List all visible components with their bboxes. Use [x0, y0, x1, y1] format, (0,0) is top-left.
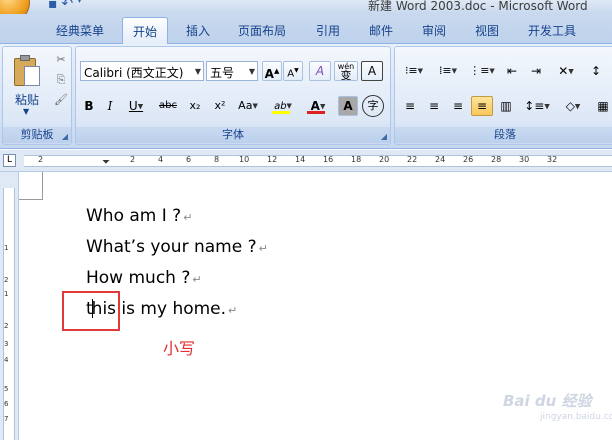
tab-classic-menu[interactable]: 经典菜单: [56, 22, 104, 39]
paste-button-label[interactable]: 粘贴: [15, 91, 39, 108]
numbering-button[interactable]: ⁞≡▼: [433, 61, 463, 81]
tab-insert[interactable]: 插入: [186, 22, 210, 39]
paragraph-mark-icon: ↵: [228, 304, 238, 317]
font-size-value: 五号: [210, 66, 235, 80]
align-center-button[interactable]: ≡: [423, 96, 445, 116]
tab-developer[interactable]: 开发工具: [528, 22, 576, 39]
distribute-button[interactable]: ▥: [495, 96, 517, 116]
clipboard-dialog-launcher-icon[interactable]: ◢: [62, 132, 68, 141]
document-line-3[interactable]: How much ? ↵: [86, 268, 202, 288]
italic-button[interactable]: I: [101, 96, 119, 116]
clear-format-button[interactable]: A: [309, 61, 331, 81]
increase-indent-button[interactable]: ⇥: [525, 61, 547, 81]
subscript-button[interactable]: x₂: [184, 96, 206, 116]
phonetic-guide-button[interactable]: wén 变: [334, 61, 358, 81]
shading-button[interactable]: ◇▼: [557, 96, 589, 116]
chevron-down-icon[interactable]: ▼: [249, 67, 255, 76]
enclose-characters-button[interactable]: 字: [362, 95, 384, 117]
document-line-2[interactable]: What’s your name ? ↵: [86, 237, 268, 257]
justify-button[interactable]: ≡: [471, 96, 493, 116]
copy-icon[interactable]: ⎘: [53, 73, 69, 87]
clipboard-group-label: 剪贴板: [3, 127, 71, 143]
tab-references[interactable]: 引用: [316, 22, 340, 39]
horizontal-ruler[interactable]: 2 ⏷ 2 4 6 8 10 12 14 16 18 20 22 24 26 2…: [24, 155, 612, 168]
undo-icon[interactable]: ↶: [62, 0, 74, 12]
paragraph-mark-icon: ↵: [258, 242, 268, 255]
office-button[interactable]: [0, 0, 30, 14]
paragraph-group-label: 段落: [395, 127, 612, 143]
cut-icon[interactable]: ✂: [53, 53, 69, 67]
indent-marker-icon[interactable]: ⏷: [102, 157, 110, 168]
character-border-button[interactable]: A: [361, 61, 383, 81]
chevron-down-icon[interactable]: ▼: [195, 67, 201, 76]
font-color-button[interactable]: A▼: [303, 96, 333, 116]
underline-button[interactable]: U▼: [123, 96, 149, 116]
tab-view[interactable]: 视图: [475, 22, 499, 39]
font-name-combo[interactable]: Calibri (西文正文) ▼: [80, 61, 204, 81]
grow-font-button[interactable]: A▲: [262, 61, 282, 81]
ribbon-tab-bar: 经典菜单 开始 插入 页面布局 引用 邮件 审阅 视图 开发工具: [0, 14, 612, 45]
tab-mailings[interactable]: 邮件: [369, 22, 393, 39]
font-size-combo[interactable]: 五号 ▼: [206, 61, 258, 81]
sort-button[interactable]: ↕: [585, 61, 607, 81]
align-right-button[interactable]: ≡: [447, 96, 469, 116]
window-title: 新建 Word 2003.doc - Microsoft Word: [368, 0, 588, 13]
tab-home[interactable]: 开始: [122, 17, 169, 45]
character-shading-button[interactable]: A: [338, 96, 358, 116]
bullets-button[interactable]: ⁝≡▼: [399, 61, 429, 81]
paste-icon[interactable]: [12, 54, 42, 88]
line-spacing-button[interactable]: ↕≡▼: [521, 96, 553, 116]
multilevel-list-button[interactable]: ⋮≡▼: [467, 61, 497, 81]
font-color-bar: [307, 111, 325, 114]
clipboard-group: 粘贴 ▼ ✂ ⎘ 🖌 剪贴板 ◢: [2, 46, 72, 145]
paste-dropdown-icon[interactable]: ▼: [23, 107, 29, 116]
font-name-value: Calibri (西文正文): [84, 66, 184, 80]
watermark-brand: Bai du 经验: [503, 392, 592, 410]
title-bar: ▪ ↶ ▾ 新建 Word 2003.doc - Microsoft Word: [0, 0, 612, 14]
paragraph-mark-icon: ↵: [192, 273, 202, 286]
format-painter-icon[interactable]: 🖌: [53, 93, 69, 107]
horizontal-ruler-bar: L 2 ⏷ 2 4 6 8 10 12 14 16 18 20 22 24 26…: [0, 150, 612, 172]
ribbon: 粘贴 ▼ ✂ ⎘ 🖌 剪贴板 ◢ Calibri (西文正文) ▼ 五号 ▼ A…: [0, 44, 612, 149]
borders-button[interactable]: ▦: [593, 96, 612, 116]
align-left-button[interactable]: ≡: [399, 96, 421, 116]
strikethrough-button[interactable]: abc: [155, 96, 181, 116]
bold-button[interactable]: B: [80, 96, 98, 116]
annotation-highlight-box: [62, 291, 120, 331]
document-line-1[interactable]: Who am I ? ↵: [86, 206, 192, 226]
paragraph-group: ⁝≡▼ ⁞≡▼ ⋮≡▼ ⇤ ⇥ ✕▼ ↕ ≡ ≡ ≡ ≡ ▥ ↕≡▼ ◇▼ ▦ …: [394, 46, 612, 145]
superscript-button[interactable]: x²: [209, 96, 231, 116]
change-case-button[interactable]: Aa▼: [234, 96, 262, 116]
tab-page-layout[interactable]: 页面布局: [238, 22, 286, 39]
shrink-font-button[interactable]: A▼: [283, 61, 303, 81]
font-group-label: 字体: [76, 127, 390, 143]
font-dialog-launcher-icon[interactable]: ◢: [381, 132, 387, 141]
decrease-indent-button[interactable]: ⇤: [501, 61, 523, 81]
highlight-color-bar: [272, 111, 290, 114]
quick-access-toolbar: ▪ ↶ ▾: [48, 0, 82, 12]
text-highlight-button[interactable]: ab▼: [268, 96, 298, 116]
phonetic-char: 变: [340, 69, 352, 81]
save-icon[interactable]: ▪: [48, 0, 58, 12]
paragraph-mark-icon: ↵: [183, 211, 193, 224]
tab-review[interactable]: 审阅: [422, 22, 446, 39]
chinese-layout-button[interactable]: ✕▼: [551, 61, 581, 81]
watermark-url: jingyan.baidu.com: [540, 412, 612, 422]
page-corner-mark: [19, 172, 43, 200]
font-group: Calibri (西文正文) ▼ 五号 ▼ A▲ A▼ A wén 变 A B …: [75, 46, 391, 145]
chevron-down-icon[interactable]: ▾: [77, 0, 82, 12]
annotation-label: 小写: [163, 339, 196, 358]
vertical-ruler[interactable]: 1 2 1 2 3 4 5 6 7: [0, 172, 19, 440]
tab-selector[interactable]: L: [3, 154, 16, 167]
